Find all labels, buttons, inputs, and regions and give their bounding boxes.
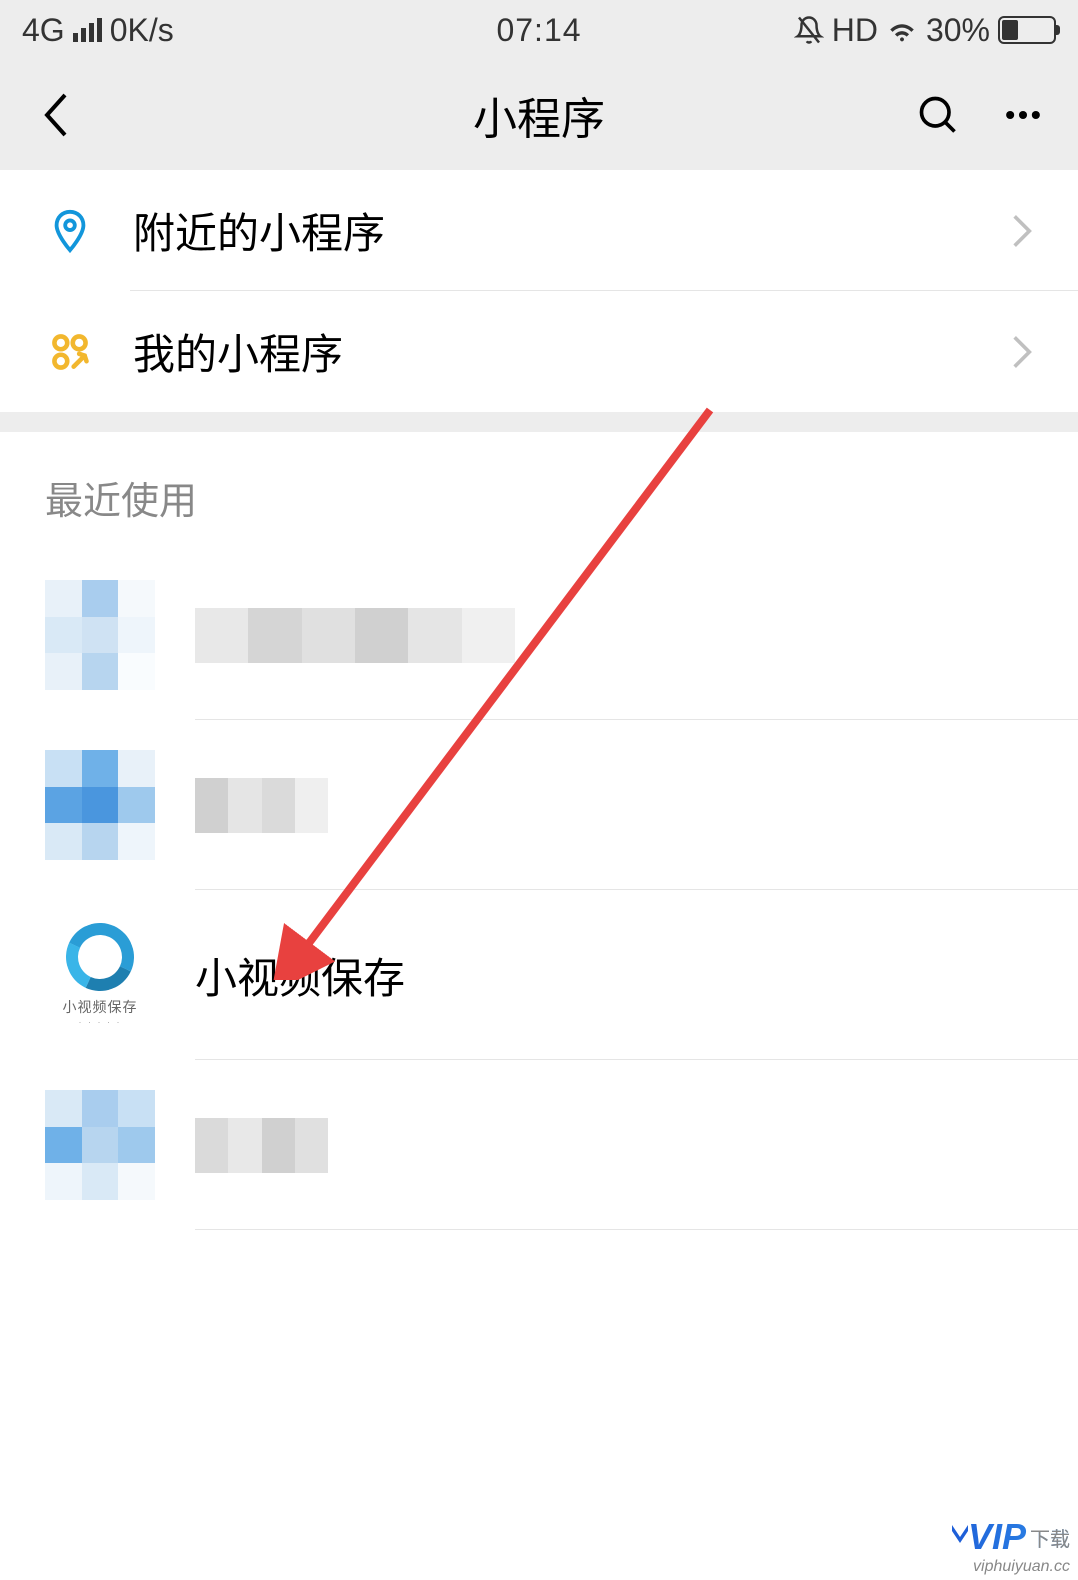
menu-item-mine[interactable]: 我的小程序 bbox=[0, 291, 1078, 412]
watermark-url: viphuiyuan.cc bbox=[973, 1558, 1070, 1576]
nav-bar: 小程序 bbox=[0, 60, 1078, 170]
video-save-app-icon: 小视频保存 · · · · · bbox=[45, 920, 155, 1030]
network-type-label: 4G bbox=[22, 12, 65, 49]
wifi-icon bbox=[886, 14, 918, 46]
recent-list: 小视频保存 · · · · · 小视频保存 bbox=[0, 550, 1078, 1230]
recent-item-blurred[interactable] bbox=[0, 550, 1078, 720]
chevron-left-icon bbox=[41, 91, 69, 139]
menu-label: 附近的小程序 bbox=[133, 200, 1011, 261]
network-speed-label: 0K/s bbox=[110, 12, 174, 49]
search-icon bbox=[916, 93, 960, 137]
page-title: 小程序 bbox=[473, 83, 605, 147]
battery-percent-label: 30% bbox=[926, 12, 990, 49]
status-bar: 4G 0K/s 07:14 HD 30% bbox=[0, 0, 1078, 60]
menu-section: 附近的小程序 我的小程序 bbox=[0, 170, 1078, 412]
app-icon-blurred bbox=[45, 750, 155, 860]
apps-icon bbox=[45, 327, 95, 377]
signal-icon bbox=[73, 18, 102, 42]
watermark-logo-text: VIP bbox=[968, 1516, 1026, 1558]
hd-label: HD bbox=[832, 12, 878, 49]
search-button[interactable] bbox=[913, 90, 963, 140]
status-right: HD 30% bbox=[794, 12, 1056, 49]
app-label-blurred bbox=[195, 1118, 395, 1173]
chevron-right-icon bbox=[1011, 333, 1033, 371]
menu-label: 我的小程序 bbox=[133, 321, 1011, 382]
mute-icon bbox=[794, 15, 824, 45]
recent-item-blurred[interactable] bbox=[0, 1060, 1078, 1230]
app-label-blurred bbox=[195, 608, 515, 663]
back-button[interactable] bbox=[30, 90, 80, 140]
nav-right bbox=[913, 90, 1048, 140]
watermark-suffix: 下载 bbox=[1030, 1523, 1070, 1552]
app-icon-blurred bbox=[45, 580, 155, 690]
battery-icon bbox=[998, 16, 1056, 44]
location-icon bbox=[45, 206, 95, 256]
more-button[interactable] bbox=[998, 90, 1048, 140]
watermark: VIP 下载 viphuiyuan.cc bbox=[950, 1516, 1070, 1576]
section-divider bbox=[0, 412, 1078, 432]
status-time: 07:14 bbox=[496, 12, 581, 49]
recent-header: 最近使用 bbox=[0, 432, 1078, 550]
status-left: 4G 0K/s bbox=[22, 12, 174, 49]
app-label-blurred bbox=[195, 778, 395, 833]
recent-item-blurred[interactable] bbox=[0, 720, 1078, 890]
menu-item-nearby[interactable]: 附近的小程序 bbox=[0, 170, 1078, 291]
app-icon-blurred bbox=[45, 1090, 155, 1200]
recent-item-video-save[interactable]: 小视频保存 · · · · · 小视频保存 bbox=[0, 890, 1078, 1060]
chevron-right-icon bbox=[1011, 212, 1033, 250]
more-icon bbox=[1001, 93, 1045, 137]
app-label: 小视频保存 bbox=[195, 945, 405, 1006]
